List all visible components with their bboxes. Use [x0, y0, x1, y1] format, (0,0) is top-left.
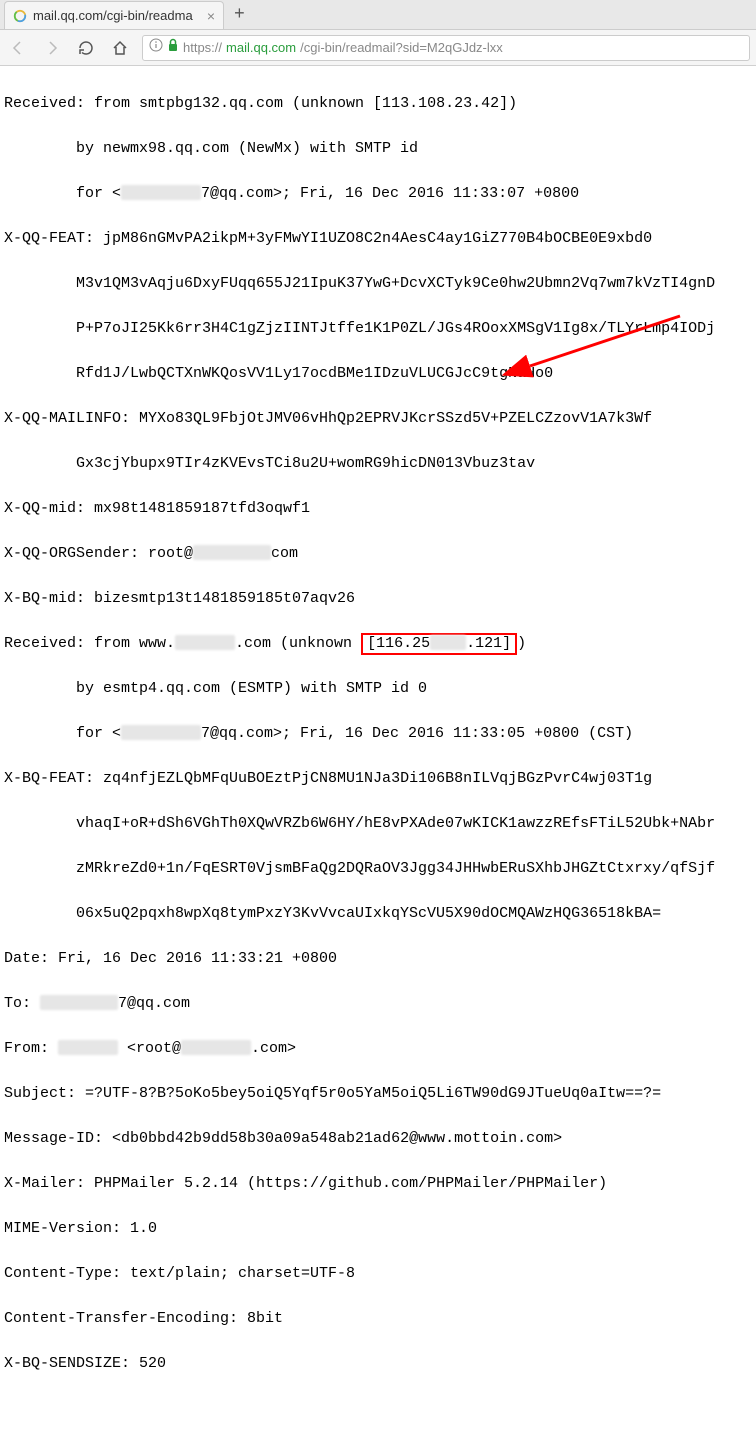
content-type-header: Content-Type: text/plain; charset=UTF-8: [4, 1263, 752, 1286]
mime-version-header: MIME-Version: 1.0: [4, 1218, 752, 1241]
browser-toolbar: https://mail.qq.com/cgi-bin/readmail?sid…: [0, 30, 756, 66]
redacted-block: [193, 545, 271, 560]
xqq-feat-l4: Rfd1J/LwbQCTXnWKQosVV1Ly17ocdBMe1IDzuVLU…: [4, 363, 752, 386]
reload-button[interactable]: [74, 36, 98, 60]
address-bar[interactable]: https://mail.qq.com/cgi-bin/readmail?sid…: [142, 35, 750, 61]
url-protocol: https://: [183, 38, 222, 58]
received-1-line2: by newmx98.qq.com (NewMx) with SMTP id: [4, 138, 752, 161]
redacted-block: [58, 1040, 118, 1055]
xbq-feat-l2: vhaqI+oR+dSh6VGhTh0XQwVRZb6W6HY/hE8vPXAd…: [4, 813, 752, 836]
qq-favicon-icon: [13, 9, 27, 23]
received-2-line2: by esmtp4.qq.com (ESMTP) with SMTP id 0: [4, 678, 752, 701]
xqq-mid: X-QQ-mid: mx98t1481859187tfd3oqwf1: [4, 498, 752, 521]
received-2-line3: for <7@qq.com>; Fri, 16 Dec 2016 11:33:0…: [4, 723, 752, 746]
browser-tab[interactable]: mail.qq.com/cgi-bin/readma ×: [4, 1, 224, 29]
date-header: Date: Fri, 16 Dec 2016 11:33:21 +0800: [4, 948, 752, 971]
received-2-line1: Received: from www..com (unknown [116.25…: [4, 633, 752, 656]
xbq-feat-l1: X-BQ-FEAT: zq4nfjEZLQbMFqUuBOEztPjCN8MU1…: [4, 768, 752, 791]
info-icon[interactable]: [149, 38, 163, 58]
tab-title: mail.qq.com/cgi-bin/readma: [33, 6, 201, 26]
redacted-block: [181, 1040, 251, 1055]
xbq-feat-l3: zMRkreZd0+1n/FqESRT0VjsmBFaQg2DQRaOV3Jgg…: [4, 858, 752, 881]
message-id-header: Message-ID: <db0bbd42b9dd58b30a09a548ab2…: [4, 1128, 752, 1151]
xqq-feat-l3: P+P7oJI25Kk6rr3H4C1gZjzIINTJtffe1K1P0ZL/…: [4, 318, 752, 341]
tab-bar: mail.qq.com/cgi-bin/readma × +: [0, 0, 756, 30]
xbq-sendsize-header: X-BQ-SENDSIZE: 520: [4, 1353, 752, 1376]
xmailer-header: X-Mailer: PHPMailer 5.2.14 (https://gith…: [4, 1173, 752, 1196]
url-path: /cgi-bin/readmail?sid=M2qGJdz-lxx: [300, 38, 503, 58]
url-host: mail.qq.com: [226, 38, 296, 58]
xqq-feat-l1: X-QQ-FEAT: jpM86nGMvPA2ikpM+3yFMwYI1UZO8…: [4, 228, 752, 251]
subject-header: Subject: =?UTF-8?B?5oKo5bey5oiQ5Yqf5r0o5…: [4, 1083, 752, 1106]
lock-icon: [167, 38, 179, 58]
to-header: To: 7@qq.com: [4, 993, 752, 1016]
content-transfer-encoding-header: Content-Transfer-Encoding: 8bit: [4, 1308, 752, 1331]
redacted-block: [430, 635, 466, 650]
email-headers-content: Received: from smtpbg132.qq.com (unknown…: [0, 66, 756, 1447]
back-button[interactable]: [6, 36, 30, 60]
xqq-feat-l2: M3v1QM3vAqju6DxyFUqq655J21IpuK37YwG+DcvX…: [4, 273, 752, 296]
received-1-line1: Received: from smtpbg132.qq.com (unknown…: [4, 93, 752, 116]
home-button[interactable]: [108, 36, 132, 60]
redacted-block: [40, 995, 118, 1010]
redacted-block: [175, 635, 235, 650]
xbq-mid: X-BQ-mid: bizesmtp13t1481859185t07aqv26: [4, 588, 752, 611]
xqq-mailinfo-l2: Gx3cjYbupx9TIr4zKVEvsTCi8u2U+womRG9hicDN…: [4, 453, 752, 476]
new-tab-button[interactable]: +: [224, 1, 255, 29]
received-1-line3: for <7@qq.com>; Fri, 16 Dec 2016 11:33:0…: [4, 183, 752, 206]
from-header: From: <root@.com>: [4, 1038, 752, 1061]
close-tab-icon[interactable]: ×: [207, 9, 215, 23]
xqq-mailinfo-l1: X-QQ-MAILINFO: MYXo83QL9FbjOtJMV06vHhQp2…: [4, 408, 752, 431]
forward-button[interactable]: [40, 36, 64, 60]
xqq-orgsender: X-QQ-ORGSender: root@com: [4, 543, 752, 566]
highlighted-ip-box: [116.25.121]: [361, 633, 517, 655]
redacted-block: [121, 185, 201, 200]
xbq-feat-l4: 06x5uQ2pqxh8wpXq8tymPxzY3KvVvcaUIxkqYScV…: [4, 903, 752, 926]
redacted-block: [121, 725, 201, 740]
